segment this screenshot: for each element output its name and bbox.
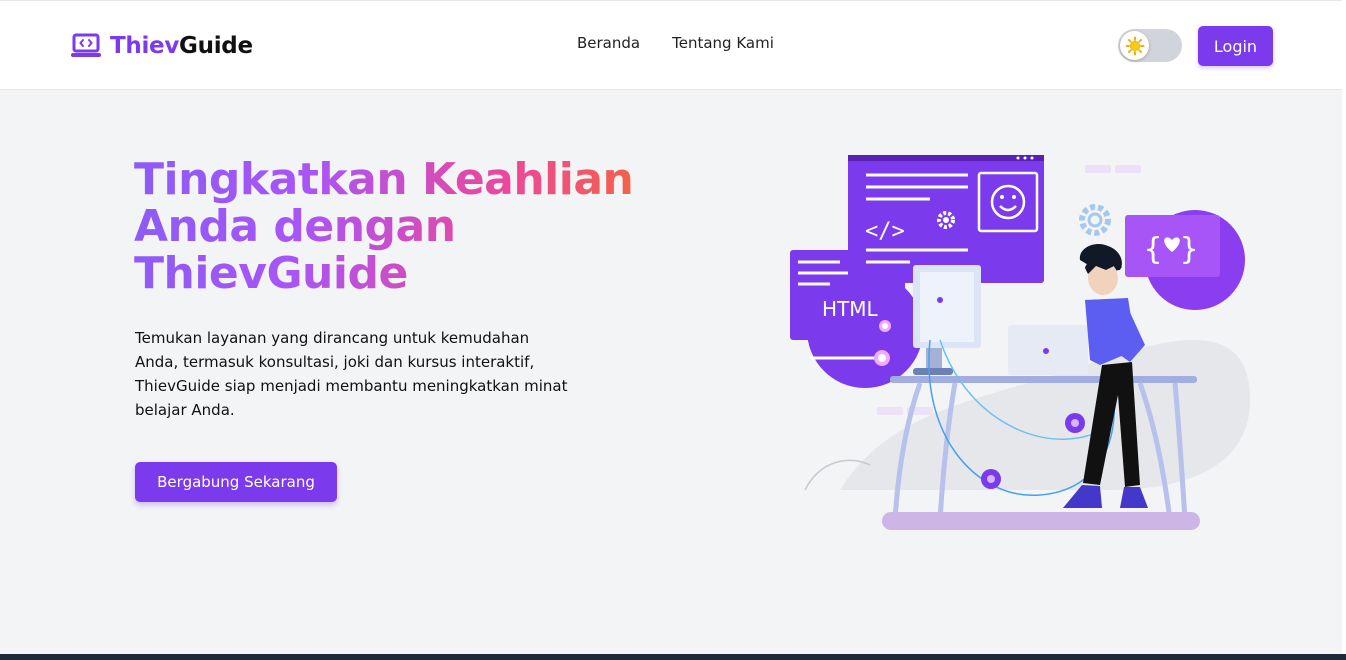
decor-bar (1115, 165, 1141, 173)
nav-link-tentang-kami[interactable]: Tentang Kami (672, 34, 774, 52)
decor-bar (1085, 165, 1111, 173)
hero-illustration: HTML </> { } (790, 155, 1250, 530)
hero-title: Tingkatkan Keahlian Anda dengan ThievGui… (134, 156, 694, 297)
nav-link-beranda[interactable]: Beranda (577, 34, 640, 52)
os-taskbar (0, 654, 1346, 660)
laptop-code-icon (71, 33, 101, 57)
brand-name-part2: Guide (179, 33, 253, 59)
settings-gear-icon (1079, 204, 1111, 236)
join-now-button[interactable]: Bergabung Sekarang (135, 462, 337, 502)
page-edge (1342, 0, 1346, 660)
html-label: HTML (822, 297, 879, 321)
decor-bar (877, 407, 903, 415)
brand-logo[interactable]: ThievGuide (70, 31, 253, 61)
navbar: ThievGuide Beranda Tentang Kami Login (0, 0, 1342, 90)
code-window: </> (848, 155, 1044, 283)
login-button[interactable]: Login (1198, 26, 1273, 66)
brand-name: ThievGuide (110, 33, 253, 59)
brand-name-part1: Thiev (110, 33, 180, 59)
code-label: </> (865, 219, 905, 244)
theme-toggle-knob (1120, 31, 1149, 60)
theme-toggle[interactable] (1118, 29, 1182, 62)
braces-heart-card: { } (1125, 215, 1220, 277)
laptop (1008, 325, 1088, 375)
nav-links: Beranda Tentang Kami (577, 34, 774, 52)
sun-icon (1125, 36, 1144, 55)
hero-description: Temukan layanan yang dirancang untuk kem… (135, 329, 568, 419)
